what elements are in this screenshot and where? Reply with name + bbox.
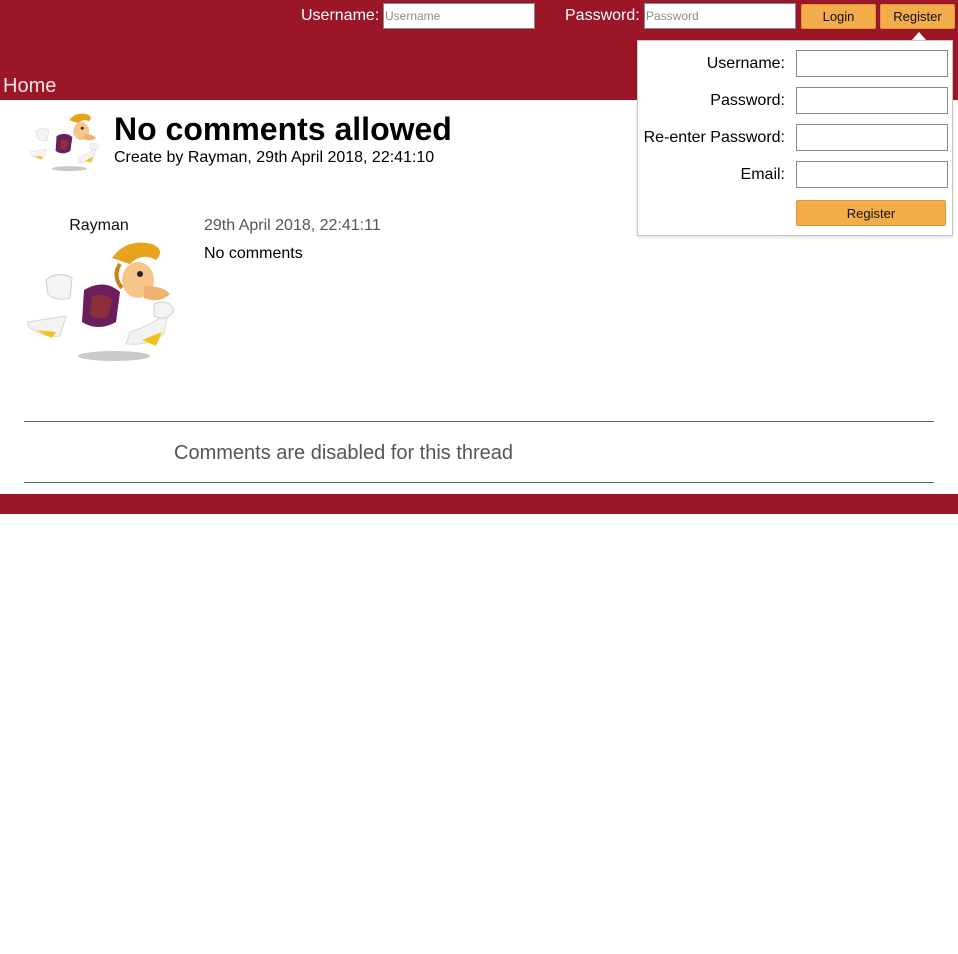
- register-email-input[interactable]: [796, 161, 948, 188]
- comments-disabled-message: Comments are disabled for this thread: [174, 442, 514, 464]
- post-author-avatar-icon: [22, 236, 176, 364]
- register-username-label: Username:: [706, 55, 785, 72]
- login-button[interactable]: Login: [801, 4, 876, 29]
- username-input[interactable]: [383, 3, 535, 29]
- register-email-label: Email:: [740, 166, 785, 183]
- thread-author-avatar-icon: [24, 108, 100, 174]
- password-input[interactable]: [644, 3, 796, 29]
- register-reenter-password-input[interactable]: [796, 124, 948, 151]
- divider-top: [24, 421, 934, 422]
- register-password-input[interactable]: [796, 87, 948, 114]
- username-label: Username:: [301, 7, 380, 24]
- register-button[interactable]: Register: [880, 4, 955, 29]
- password-label: Password:: [565, 7, 640, 24]
- post-body: No comments: [204, 245, 303, 262]
- thread-meta: Create by Rayman, 29th April 2018, 22:41…: [114, 149, 435, 166]
- nav-home-link[interactable]: Home: [3, 74, 56, 98]
- register-submit-button[interactable]: Register: [796, 200, 946, 226]
- register-reenter-password-label: Re-enter Password:: [643, 129, 785, 146]
- register-username-input[interactable]: [796, 50, 948, 77]
- post-author-name: Rayman: [69, 217, 129, 234]
- thread-title: No comments allowed: [114, 111, 452, 147]
- register-panel: Username: Password: Re-enter Password: E…: [637, 40, 953, 236]
- register-password-label: Password:: [710, 92, 785, 109]
- divider-bottom: [24, 482, 934, 483]
- site-footer: [0, 494, 958, 514]
- post-date: 29th April 2018, 22:41:11: [204, 217, 381, 234]
